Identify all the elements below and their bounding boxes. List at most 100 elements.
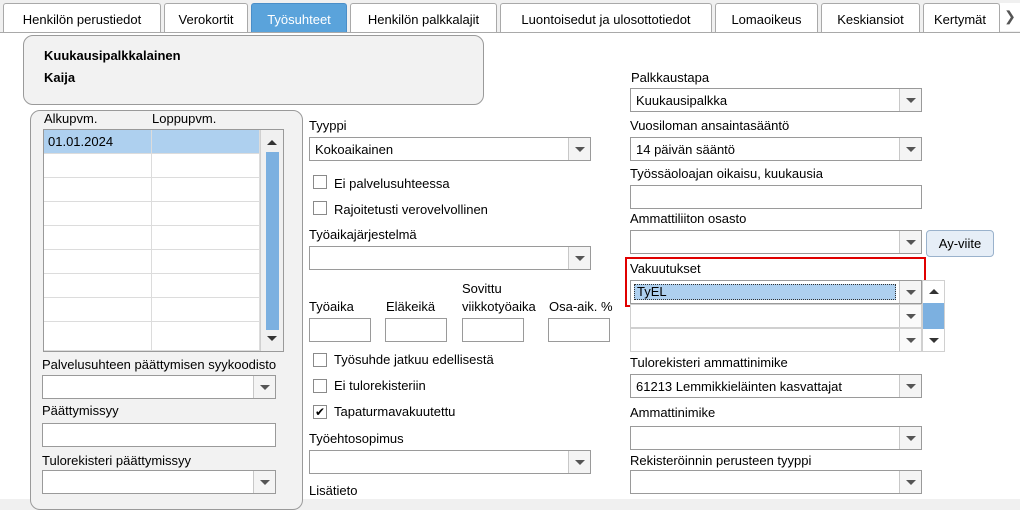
- table-row[interactable]: [44, 274, 152, 298]
- insurance-select-3[interactable]: [630, 328, 922, 352]
- tab-henkilon-perustiedot[interactable]: Henkilön perustiedot: [3, 3, 161, 32]
- chevron-down-icon[interactable]: [568, 138, 590, 160]
- table-row[interactable]: [44, 250, 152, 274]
- period-start-cell[interactable]: 01.01.2024: [44, 130, 152, 154]
- table-row[interactable]: [152, 298, 260, 322]
- worktime-system-select[interactable]: [309, 246, 591, 270]
- insurance-select-1[interactable]: TyEL: [630, 280, 922, 304]
- period-grid[interactable]: 01.01.2024: [43, 129, 284, 352]
- table-row[interactable]: [44, 178, 152, 202]
- type-select[interactable]: Kokoaikainen: [309, 137, 591, 161]
- agreed-weekly-input[interactable]: [462, 318, 524, 342]
- period-end-cell[interactable]: [152, 130, 260, 154]
- scroll-up-icon[interactable]: [929, 289, 939, 294]
- extra-info-label: Lisätieto: [309, 483, 358, 498]
- chevron-down-icon[interactable]: [568, 451, 590, 473]
- pay-method-select[interactable]: Kuukausipalkka: [630, 88, 922, 112]
- ay-viite-button[interactable]: Ay-viite: [926, 230, 994, 257]
- chevron-down-icon[interactable]: [253, 471, 275, 493]
- chevron-down-icon[interactable]: [568, 247, 590, 269]
- insurance-scrollbar[interactable]: [922, 280, 945, 352]
- tab-kertymat[interactable]: Kertymät: [923, 3, 1000, 32]
- chevron-down-icon[interactable]: [899, 231, 921, 253]
- end-reason-label: Päättymissyy: [42, 403, 119, 418]
- employment-months-input[interactable]: [630, 185, 922, 209]
- occupation-reg-select[interactable]: 61213 Lemmikkieläinten kasvattajat: [630, 374, 922, 398]
- chevron-down-icon[interactable]: [899, 281, 921, 303]
- retirement-age-input[interactable]: [385, 318, 447, 342]
- employee-type: Kuukausipalkkalainen: [44, 48, 181, 63]
- table-row[interactable]: [152, 178, 260, 202]
- agreed-weekly-label-2: viikkotyöaika: [462, 299, 536, 314]
- continues-checkbox[interactable]: [313, 353, 327, 367]
- registration-basis-select[interactable]: [630, 470, 922, 494]
- continues-label: Työsuhde jatkuu edellisestä: [334, 352, 494, 367]
- not-employment-checkbox[interactable]: [313, 175, 327, 189]
- table-row[interactable]: [44, 298, 152, 322]
- accident-ins-checkbox[interactable]: ✔: [313, 405, 327, 419]
- tab-tyosuhteet[interactable]: Työsuhteet: [251, 3, 347, 32]
- employee-header: [23, 35, 484, 105]
- table-row[interactable]: [152, 274, 260, 298]
- part-time-input[interactable]: [548, 318, 610, 342]
- no-income-reg-label: Ei tulorekisteriin: [334, 378, 426, 393]
- income-reg-end-select[interactable]: [42, 470, 276, 494]
- checkmark-icon: ✔: [314, 405, 326, 419]
- union-select[interactable]: [630, 230, 922, 254]
- insurance-select-2[interactable]: [630, 304, 922, 328]
- table-row[interactable]: [44, 154, 152, 178]
- income-reg-end-label: Tulorekisteri päättymissyy: [42, 453, 192, 468]
- accident-ins-label: Tapaturmavakuutettu: [334, 404, 456, 419]
- table-row[interactable]: [152, 202, 260, 226]
- worktime-system-label: Työaikajärjestelmä: [309, 227, 417, 242]
- table-row[interactable]: [152, 154, 260, 178]
- col-end-header: Loppupvm.: [152, 111, 217, 126]
- not-employment-label: Ei palvelusuhteessa: [334, 176, 450, 191]
- table-row[interactable]: [152, 322, 260, 351]
- col-start-header: Alkupvm.: [44, 111, 98, 126]
- tab-keskiansiot[interactable]: Keskiansiot: [821, 3, 920, 32]
- tab-henkilon-palkkalajit[interactable]: Henkilön palkkalajit: [350, 3, 497, 32]
- insurances-label: Vakuutukset: [630, 261, 701, 276]
- tab-verokortit[interactable]: Verokortit: [164, 3, 248, 32]
- table-row[interactable]: [152, 226, 260, 250]
- table-row[interactable]: [152, 250, 260, 274]
- chevron-down-icon[interactable]: [899, 471, 921, 493]
- chevron-down-icon[interactable]: [899, 305, 921, 327]
- vacation-rule-label: Vuosiloman ansaintasääntö: [630, 118, 790, 133]
- agreed-weekly-label-1: Sovittu: [462, 281, 502, 296]
- pay-method-label: Palkkaustapa: [631, 70, 710, 85]
- worktime-input[interactable]: [309, 318, 371, 342]
- scroll-thumb[interactable]: [266, 152, 279, 330]
- occupation-label: Ammattinimike: [630, 405, 716, 420]
- tab-scroll-right-icon[interactable]: ❯: [1000, 3, 1020, 31]
- chevron-down-icon[interactable]: [899, 89, 921, 111]
- scroll-up-icon[interactable]: [267, 140, 277, 145]
- chevron-down-icon[interactable]: [899, 329, 921, 351]
- chevron-down-icon[interactable]: [899, 138, 921, 160]
- end-reason-code-select[interactable]: [42, 375, 276, 399]
- table-row[interactable]: [44, 202, 152, 226]
- limited-tax-label: Rajoitetusti verovelvollinen: [334, 202, 488, 217]
- table-row[interactable]: [44, 322, 152, 351]
- employee-name: Kaija: [44, 70, 76, 85]
- no-income-reg-checkbox[interactable]: [313, 379, 327, 393]
- tab-bar: Henkilön perustiedot Verokortit Työsuhte…: [0, 0, 1020, 33]
- occupation-select[interactable]: [630, 426, 922, 450]
- chevron-down-icon[interactable]: [253, 376, 275, 398]
- scroll-thumb[interactable]: [923, 303, 944, 329]
- tab-lomaoikeus[interactable]: Lomaoikeus: [715, 3, 818, 32]
- end-reason-input[interactable]: [42, 423, 276, 447]
- collective-agreement-select[interactable]: [309, 450, 591, 474]
- limited-tax-checkbox[interactable]: [313, 201, 327, 215]
- tab-luontoisedut[interactable]: Luontoisedut ja ulosottotiedot: [500, 3, 712, 32]
- occupation-reg-label: Tulorekisteri ammattinimike: [630, 355, 788, 370]
- chevron-down-icon[interactable]: [899, 427, 921, 449]
- period-scrollbar[interactable]: [260, 130, 283, 351]
- table-row[interactable]: [44, 226, 152, 250]
- vacation-rule-select[interactable]: 14 päivän sääntö: [630, 137, 922, 161]
- chevron-down-icon[interactable]: [899, 375, 921, 397]
- scroll-down-icon[interactable]: [929, 338, 939, 343]
- type-label: Tyyppi: [309, 118, 347, 133]
- scroll-down-icon[interactable]: [267, 336, 277, 341]
